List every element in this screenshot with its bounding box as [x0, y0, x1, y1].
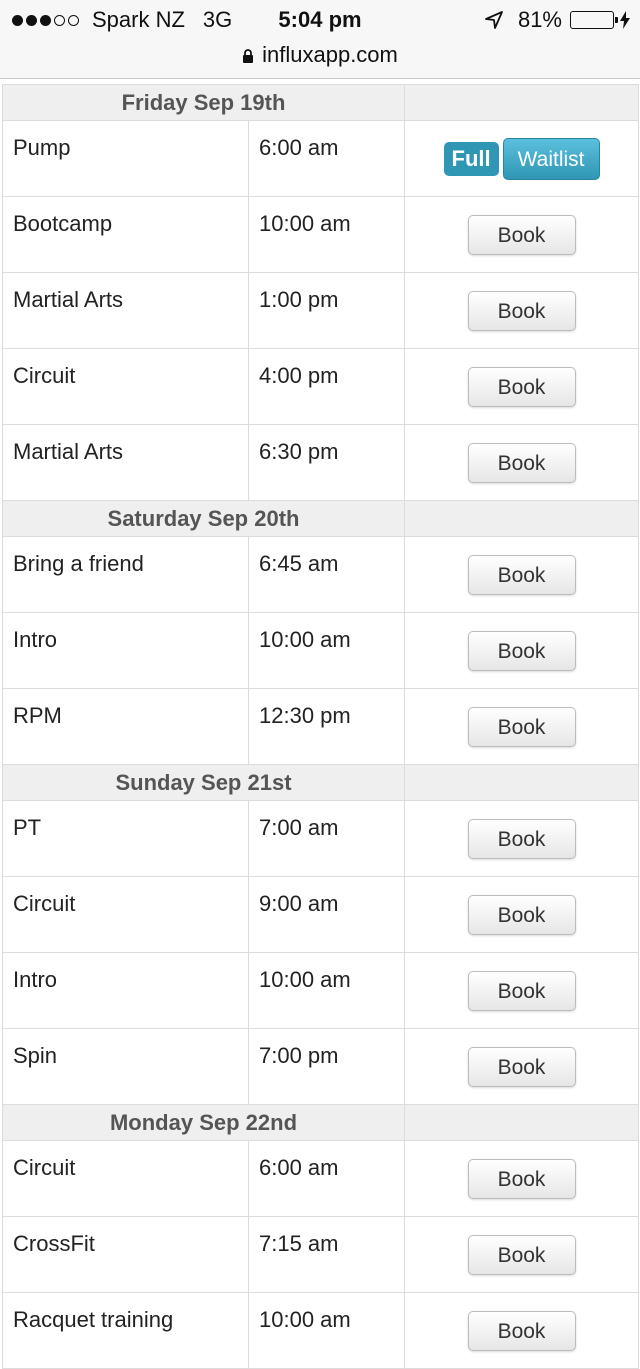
class-action-cell: Book: [404, 536, 639, 613]
class-name: RPM: [2, 688, 249, 765]
class-action-cell: Book: [404, 272, 639, 349]
day-header: Friday Sep 19th: [2, 84, 405, 121]
class-time: 10:00 am: [248, 196, 405, 273]
class-time: 6:30 pm: [248, 424, 405, 501]
class-time: 4:00 pm: [248, 348, 405, 425]
book-button[interactable]: Book: [467, 214, 576, 255]
class-row: Pump 6:00 am Full Waitlist: [2, 120, 639, 197]
class-action-cell: Book: [404, 952, 639, 1029]
class-schedule-table: Friday Sep 19th Pump 6:00 am Full Waitlist Bo…: [2, 84, 639, 1369]
class-time: 6:45 am: [248, 536, 405, 613]
waitlist-button[interactable]: Waitlist: [502, 137, 600, 180]
lock-icon: [243, 49, 254, 63]
day-header: Monday Sep 22nd: [2, 1104, 405, 1141]
class-time: 12:30 pm: [248, 688, 405, 765]
book-button[interactable]: Book: [467, 442, 576, 483]
day-header-blank: [404, 764, 639, 801]
class-time: 10:00 am: [248, 612, 405, 689]
book-button[interactable]: Book: [467, 1046, 576, 1087]
class-action-cell: Book: [404, 1292, 639, 1369]
class-row: CrossFit 7:15 am Book: [2, 1216, 639, 1293]
class-time: 1:00 pm: [248, 272, 405, 349]
book-button[interactable]: Book: [467, 1310, 576, 1351]
class-row: RPM 12:30 pm Book: [2, 688, 639, 765]
class-name: Bring a friend: [2, 536, 249, 613]
class-name: PT: [2, 800, 249, 877]
day-header-blank: [404, 500, 639, 537]
book-button[interactable]: Book: [467, 894, 576, 935]
class-time: 10:00 am: [248, 1292, 405, 1369]
class-action-cell: Book: [404, 612, 639, 689]
class-name: Martial Arts: [2, 424, 249, 501]
full-badge: Full: [443, 141, 499, 176]
class-name: CrossFit: [2, 1216, 249, 1293]
url-bar[interactable]: influxapp.com: [0, 40, 640, 79]
class-action-cell: Book: [404, 1140, 639, 1217]
class-name: Intro: [2, 952, 249, 1029]
class-action-cell: Book: [404, 876, 639, 953]
class-row: Bootcamp 10:00 am Book: [2, 196, 639, 273]
class-name: Bootcamp: [2, 196, 249, 273]
class-name: Intro: [2, 612, 249, 689]
class-name: Pump: [2, 120, 249, 197]
class-time: 10:00 am: [248, 952, 405, 1029]
url-text: influxapp.com: [262, 42, 398, 67]
class-action-cell: Book: [404, 688, 639, 765]
book-button[interactable]: Book: [467, 366, 576, 407]
book-button[interactable]: Book: [467, 290, 576, 331]
battery-percent: 81%: [517, 7, 562, 32]
class-row: Circuit 9:00 am Book: [2, 876, 639, 953]
class-action-cell: Book: [404, 800, 639, 877]
class-row: Martial Arts 6:30 pm Book: [2, 424, 639, 501]
book-button[interactable]: Book: [467, 554, 576, 595]
day-header-row: Sunday Sep 21st: [2, 764, 639, 801]
class-row: Racquet training 10:00 am Book: [2, 1292, 639, 1369]
day-header-row: Saturday Sep 20th: [2, 500, 639, 537]
book-button[interactable]: Book: [467, 1234, 576, 1275]
class-name: Martial Arts: [2, 272, 249, 349]
class-name: Circuit: [2, 876, 249, 953]
status-bar: Spark NZ 3G 5:04 pm 81%: [0, 0, 640, 40]
class-time: 7:00 pm: [248, 1028, 405, 1105]
class-row: Circuit 4:00 pm Book: [2, 348, 639, 425]
class-time: 7:00 am: [248, 800, 405, 877]
day-header-blank: [404, 84, 639, 121]
class-time: 9:00 am: [248, 876, 405, 953]
day-header-row: Monday Sep 22nd: [2, 1104, 639, 1141]
day-header-blank: [404, 1104, 639, 1141]
book-button[interactable]: Book: [467, 970, 576, 1011]
class-action-cell: Book: [404, 1216, 639, 1293]
class-row: PT 7:00 am Book: [2, 800, 639, 877]
book-button[interactable]: Book: [467, 630, 576, 671]
class-action-cell: Book: [404, 1028, 639, 1105]
class-row: Spin 7:00 pm Book: [2, 1028, 639, 1105]
book-button[interactable]: Book: [467, 818, 576, 859]
day-header: Saturday Sep 20th: [2, 500, 405, 537]
class-row: Intro 10:00 am Book: [2, 612, 639, 689]
day-header: Sunday Sep 21st: [2, 764, 405, 801]
class-row: Bring a friend 6:45 am Book: [2, 536, 639, 613]
class-row: Intro 10:00 am Book: [2, 952, 639, 1029]
class-name: Racquet training: [2, 1292, 249, 1369]
book-button[interactable]: Book: [467, 706, 576, 747]
class-time: 6:00 am: [248, 1140, 405, 1217]
battery-icon: [570, 11, 618, 29]
charging-bolt-icon: [620, 11, 630, 29]
book-button[interactable]: Book: [467, 1158, 576, 1199]
class-row: Martial Arts 1:00 pm Book: [2, 272, 639, 349]
class-time: 7:15 am: [248, 1216, 405, 1293]
class-action-cell: Full Waitlist: [404, 120, 639, 197]
class-action-cell: Book: [404, 348, 639, 425]
location-arrow-icon: [485, 11, 503, 29]
class-time: 6:00 am: [248, 120, 405, 197]
class-name: Circuit: [2, 1140, 249, 1217]
class-name: Spin: [2, 1028, 249, 1105]
class-name: Circuit: [2, 348, 249, 425]
class-action-cell: Book: [404, 196, 639, 273]
class-action-cell: Book: [404, 424, 639, 501]
class-row: Circuit 6:00 am Book: [2, 1140, 639, 1217]
day-header-row: Friday Sep 19th: [2, 84, 639, 121]
